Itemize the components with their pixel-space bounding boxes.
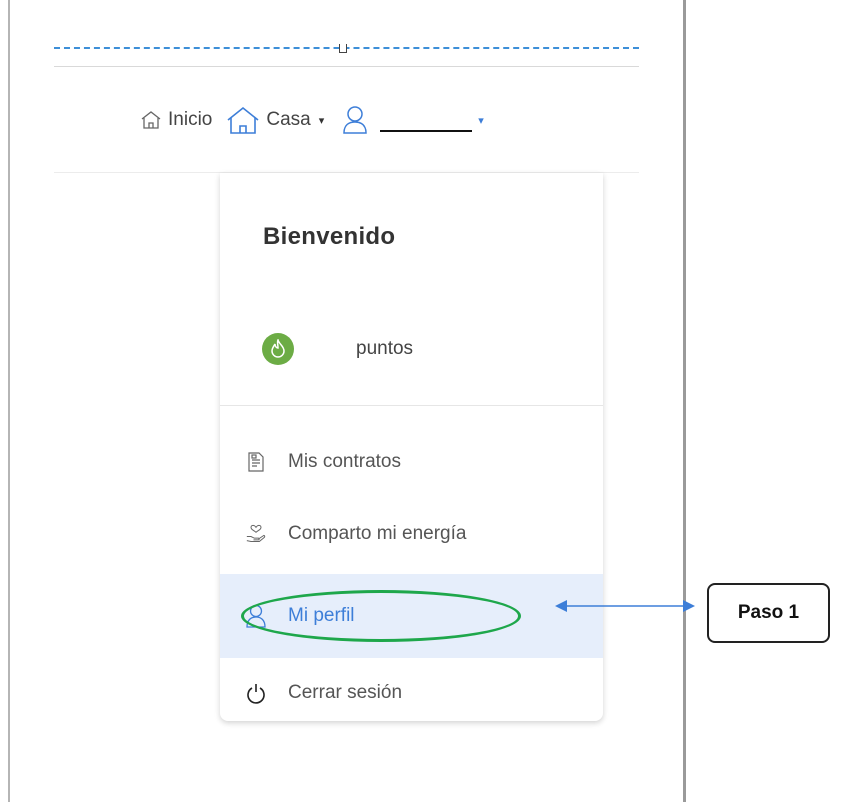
contract-icon	[246, 452, 266, 472]
flame-icon	[262, 333, 294, 365]
menu-item-comparto-mi-energia[interactable]: Comparto mi energía	[220, 501, 603, 567]
home-icon	[226, 105, 260, 135]
home-icon	[140, 109, 162, 131]
top-nav: Inicio Casa ▾ ▾	[140, 100, 484, 140]
points-label: puntos	[356, 338, 414, 359]
user-icon	[342, 105, 368, 135]
power-icon	[246, 682, 266, 704]
nav-casa-label: Casa	[266, 109, 311, 130]
highlight-oval	[241, 590, 521, 642]
nav-inicio[interactable]: Inicio	[140, 109, 212, 131]
username-placeholder-line	[380, 108, 473, 132]
nav-inicio-label: Inicio	[168, 109, 213, 130]
menu-item-mis-contratos[interactable]: Mis contratos	[220, 429, 603, 495]
header-divider	[54, 66, 639, 67]
share-energy-icon	[246, 523, 266, 545]
nav-user-dropdown[interactable]: ▾	[342, 105, 484, 135]
menu-item-cerrar-sesion[interactable]: Cerrar sesión	[220, 660, 603, 721]
left-border-line	[8, 0, 10, 802]
chevron-down-icon: ▾	[478, 114, 484, 127]
chevron-down-icon: ▾	[318, 114, 325, 127]
menu-divider	[220, 405, 603, 406]
double-arrow-icon	[555, 600, 695, 612]
points-row: puntos	[262, 333, 413, 365]
menu-item-label: Mis contratos	[288, 451, 401, 472]
menu-item-label: Cerrar sesión	[288, 682, 403, 703]
dashed-separator-mark	[339, 44, 347, 53]
menu-item-label: Comparto mi energía	[288, 523, 467, 544]
right-border-line	[683, 0, 686, 802]
nav-casa-dropdown[interactable]: Casa ▾	[226, 105, 324, 135]
step-callout: Paso 1	[707, 583, 830, 643]
welcome-heading: Bienvenido	[263, 223, 396, 250]
